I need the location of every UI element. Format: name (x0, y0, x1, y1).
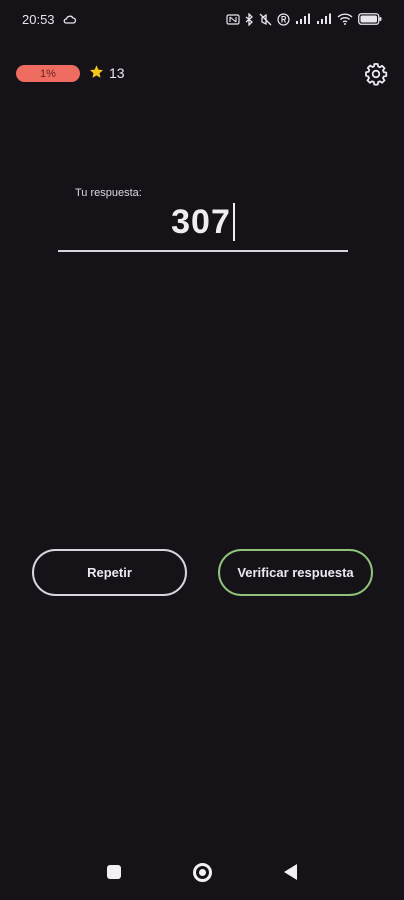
answer-input[interactable]: 307 (58, 200, 348, 244)
verify-button-label: Verificar respuesta (237, 565, 354, 580)
status-right (226, 12, 382, 26)
star-count: 13 (109, 65, 125, 81)
signal-icon (295, 13, 311, 25)
verify-answer-button[interactable]: Verificar respuesta (218, 549, 373, 596)
top-bar: 1% 13 (16, 62, 388, 86)
answer-value-text: 307 (171, 202, 231, 241)
registered-icon (277, 12, 290, 26)
gear-icon[interactable] (364, 62, 388, 86)
battery-icon (358, 13, 382, 25)
answer-underline (58, 250, 348, 252)
answer-label: Tu respuesta: (75, 187, 142, 199)
wifi-icon (337, 13, 353, 25)
progress-pill: 1% (16, 65, 80, 82)
bluetooth-icon (245, 12, 254, 26)
home-icon[interactable] (193, 862, 212, 882)
system-nav-bar (0, 844, 404, 900)
status-bar: 20:53 (0, 0, 404, 38)
muted-icon (259, 13, 272, 26)
back-icon[interactable] (284, 864, 297, 880)
signal-icon-2 (316, 13, 332, 25)
star-icon (89, 64, 104, 82)
recents-icon[interactable] (107, 865, 121, 879)
app-screen: 20:53 1% 13 Tu respuesta: 307 Repetir Ve… (0, 0, 404, 900)
status-left: 20:53 (22, 12, 76, 27)
repeat-button[interactable]: Repetir (32, 549, 187, 596)
star-counter: 13 (89, 64, 125, 82)
repeat-button-label: Repetir (87, 565, 132, 580)
nfc-icon (226, 13, 240, 25)
progress-text: 1% (40, 67, 56, 80)
status-time: 20:53 (22, 11, 55, 27)
text-caret (232, 203, 235, 241)
cloud-icon (63, 14, 76, 24)
